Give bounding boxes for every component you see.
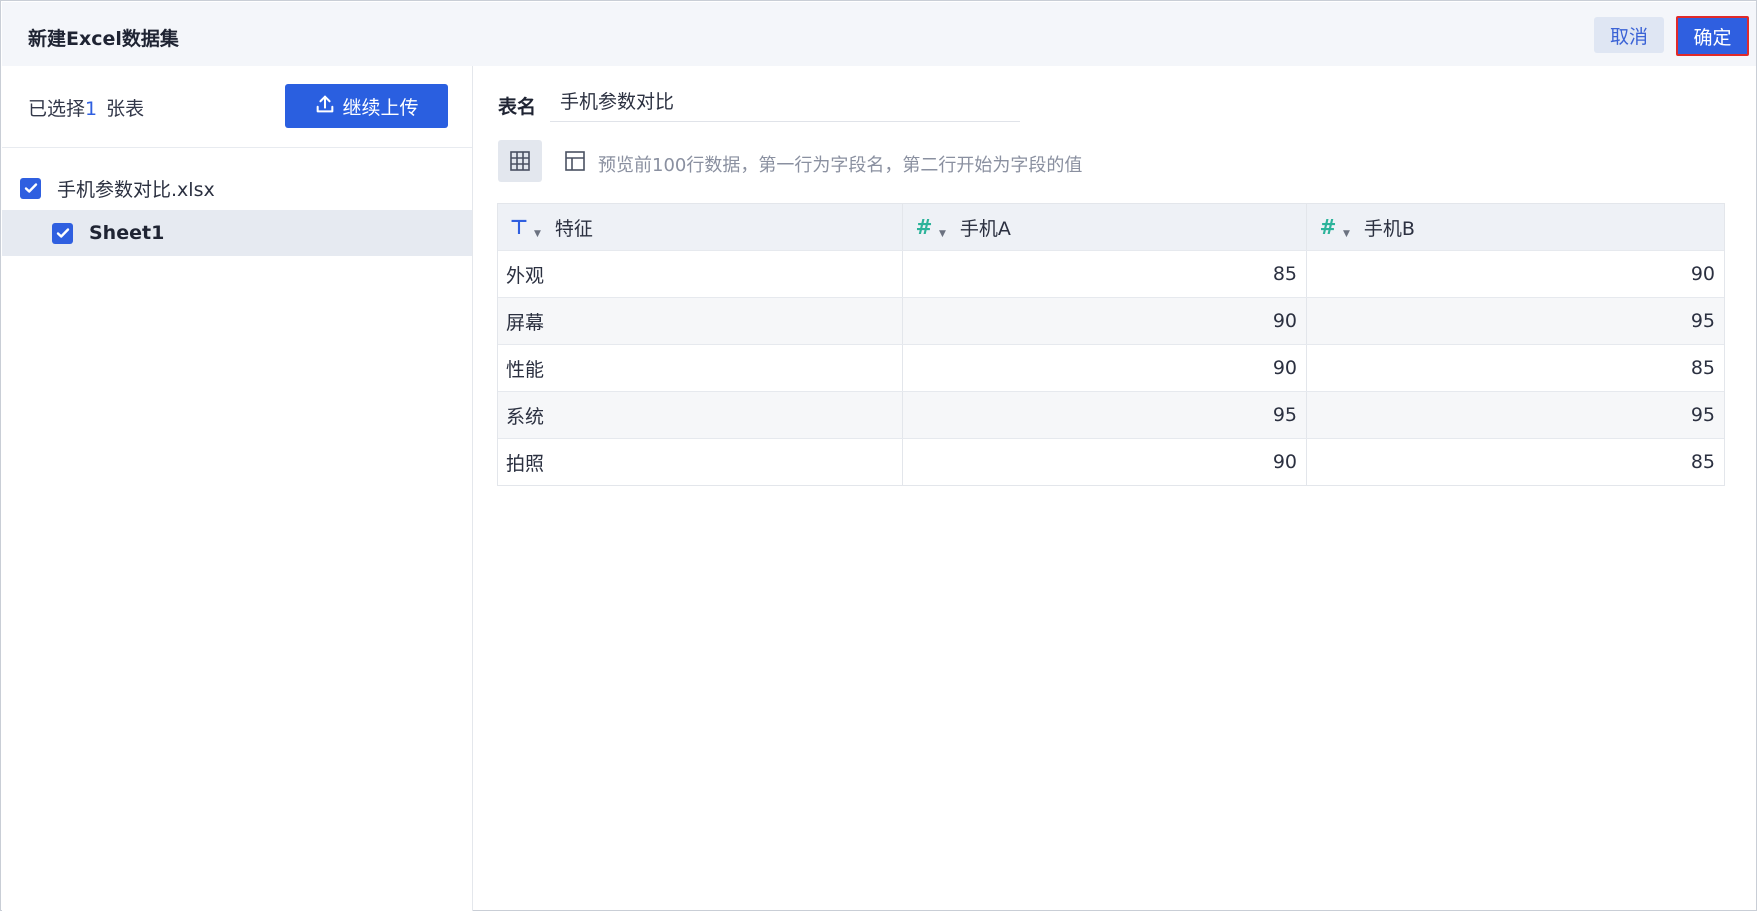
continue-upload-label: 继续上传	[342, 96, 419, 119]
column-header-label: 手机B	[1363, 217, 1415, 240]
file-checkbox[interactable]	[20, 177, 41, 199]
sheet-checkbox[interactable]	[52, 222, 73, 244]
sheet-tree-item[interactable]: Sheet1	[2, 210, 472, 256]
dialog-title: 新建Excel数据集	[28, 28, 179, 50]
selected-count-number: 1	[85, 98, 98, 120]
check-icon	[56, 228, 69, 238]
text-type-icon[interactable]: ⊤	[508, 215, 530, 239]
chevron-down-icon[interactable]: ▼	[939, 229, 946, 239]
table-cell: 90	[902, 439, 1306, 485]
layout-icon	[565, 151, 585, 171]
check-icon	[24, 183, 37, 193]
table-cell: 95	[902, 392, 1306, 438]
table-row: 系统 95 95	[498, 391, 1724, 438]
table-cell: 90	[902, 298, 1306, 344]
table-cell: 系统	[506, 405, 545, 428]
chevron-down-icon[interactable]: ▼	[534, 229, 541, 239]
layout-view-toggle[interactable]	[556, 142, 594, 180]
table-name-label: 表名	[498, 96, 537, 118]
column-header-phone-a[interactable]: # ▼ 手机A	[902, 204, 1306, 250]
column-header-feature[interactable]: ⊤ ▼ 特征	[498, 204, 902, 250]
table-cell: 性能	[506, 358, 545, 381]
table-cell: 外观	[506, 264, 545, 287]
selected-suffix: 张表	[106, 98, 145, 120]
table-cell: 85	[1306, 439, 1724, 485]
table-header-row: ⊤ ▼ 特征 # ▼ 手机A # ▼ 手机B	[498, 204, 1724, 250]
file-tree-item[interactable]: 手机参数对比.xlsx	[2, 166, 472, 210]
table-row: 屏幕 90 95	[498, 297, 1724, 344]
dialog-header: 新建Excel数据集 取消 确定	[2, 2, 1756, 66]
table-cell: 85	[1306, 345, 1724, 391]
table-row: 外观 85 90	[498, 250, 1724, 297]
cancel-button[interactable]: 取消	[1594, 17, 1664, 53]
table-row: 性能 90 85	[498, 344, 1724, 391]
table-name-input[interactable]: 手机参数对比	[550, 80, 1020, 122]
file-name: 手机参数对比.xlsx	[57, 178, 215, 201]
selected-count-text: 已选择1 张表	[28, 94, 144, 121]
dialog-frame: 新建Excel数据集 取消 确定 已选择1 张表 继续上传 手机参数对比.xlsx	[0, 0, 1757, 911]
confirm-button[interactable]: 确定	[1676, 16, 1749, 56]
selected-prefix: 已选择	[28, 98, 86, 120]
preview-hint: 预览前100行数据，第一行为字段名，第二行开始为字段的值	[598, 155, 1083, 176]
continue-upload-button[interactable]: 继续上传	[285, 84, 448, 128]
upload-icon	[314, 93, 336, 120]
table-cell: 90	[902, 345, 1306, 391]
column-header-label: 特征	[554, 217, 593, 240]
table-cell: 95	[1306, 392, 1724, 438]
divider	[2, 147, 472, 148]
column-header-phone-b[interactable]: # ▼ 手机B	[1306, 204, 1724, 250]
sheet-selection-panel: 已选择1 张表 继续上传 手机参数对比.xlsx Sheet1	[2, 66, 473, 911]
table-cell: 屏幕	[506, 311, 545, 334]
table-cell: 拍照	[506, 452, 545, 475]
table-cell: 95	[1306, 298, 1724, 344]
number-type-icon[interactable]: #	[913, 215, 935, 239]
preview-panel: 表名 手机参数对比 预览前100行数据，第一行为字段名，第二行开始为字段的值 ⊤…	[474, 66, 1756, 911]
table-cell: 90	[1306, 251, 1724, 297]
table-cell: 85	[902, 251, 1306, 297]
number-type-icon[interactable]: #	[1317, 215, 1339, 239]
preview-table: ⊤ ▼ 特征 # ▼ 手机A # ▼ 手机B 外观 85 90 屏幕 90 95…	[497, 203, 1725, 486]
grid-view-toggle[interactable]	[498, 140, 542, 182]
sheet-name: Sheet1	[89, 222, 165, 244]
table-row: 拍照 90 85	[498, 438, 1724, 485]
chevron-down-icon[interactable]: ▼	[1343, 229, 1350, 239]
grid-icon	[510, 151, 530, 171]
column-header-label: 手机A	[959, 217, 1011, 240]
